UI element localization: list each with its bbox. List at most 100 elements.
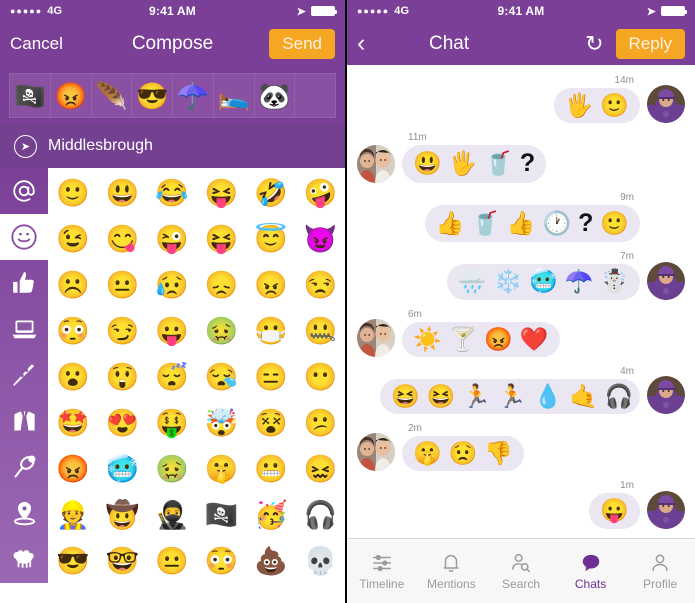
- sidebar-item-animals[interactable]: [0, 536, 48, 582]
- tab-search[interactable]: Search: [486, 552, 556, 591]
- confounded-face-emoji[interactable]: 😖: [296, 446, 346, 492]
- compose-slot-panda-emoji[interactable]: 🐼: [255, 74, 296, 117]
- sidebar-item-sports[interactable]: [0, 444, 48, 490]
- tab-mentions[interactable]: Mentions: [417, 552, 487, 591]
- blushing-face-emoji[interactable]: 😳: [197, 538, 247, 584]
- winking-tongue-face-emoji[interactable]: 😜: [147, 216, 197, 262]
- compose-slot-umbrella-emoji[interactable]: ☂️: [173, 74, 214, 117]
- confused-face-emoji[interactable]: 😕: [296, 400, 346, 446]
- message-bubble[interactable]: 😆 😆 🏃 🏃 💧 🤙 🎧: [380, 378, 640, 415]
- skull-emoji[interactable]: 💀: [296, 538, 346, 584]
- heart-eyes-face-emoji[interactable]: 😍: [98, 400, 148, 446]
- devil-horns-face-emoji[interactable]: 😈: [296, 216, 346, 262]
- message-list[interactable]: 14m 🖐️ 🙂 11m 😃 🖐️ 🥤 ? 9m 👍 🥤 👍 🕐 ? 🙂 7m …: [347, 65, 695, 560]
- expressionless-face-emoji[interactable]: 😑: [246, 354, 296, 400]
- back-button[interactable]: ‹: [357, 31, 377, 56]
- avatar-two-women[interactable]: [357, 318, 395, 357]
- avatar-man-purple-cap[interactable]: [647, 490, 685, 529]
- message-bubble[interactable]: 🤫 😟 👎: [402, 436, 524, 472]
- avatar-man-purple-cap[interactable]: [647, 85, 685, 124]
- pile-of-poo-emoji[interactable]: 💩: [246, 538, 296, 584]
- grimacing-face-emoji[interactable]: 😬: [246, 446, 296, 492]
- no-mouth-face-emoji[interactable]: 😶: [296, 354, 346, 400]
- message-bubble[interactable]: 🌧️ ❄️ 🥶 ☂️ ☃️: [446, 264, 640, 300]
- flushed-face-emoji[interactable]: 😳: [48, 308, 98, 354]
- tab-chats[interactable]: Chats: [556, 552, 626, 591]
- halo-angel-face-emoji[interactable]: 😇: [246, 216, 296, 262]
- construction-worker-emoji[interactable]: 👷: [48, 492, 98, 538]
- pirate-face-emoji[interactable]: 🏴‍☠️: [197, 492, 247, 538]
- wavy-mouth-face-emoji[interactable]: 🤪: [296, 170, 346, 216]
- avatar-two-women[interactable]: [357, 144, 395, 183]
- ninja-emoji[interactable]: 🥷: [147, 492, 197, 538]
- slightly-smiling-face-emoji[interactable]: 🙂: [48, 170, 98, 216]
- vomiting-face-emoji[interactable]: 🤢: [197, 308, 247, 354]
- compose-emoji-strip[interactable]: 🏴‍☠️ 😡 🪶 😎 ☂️ 🛌 🐼: [9, 73, 336, 118]
- emoji-grid[interactable]: 🙂 😃 😂 😝 🤣 🤪 😉 😋 😜 😝 😇 😈 ☹️ 😐 😥 😞 😠 😒 😳 😏 😛 🤢 😷 🤐 😮 😲 😴 😪 😑 😶 🤩 😍 🤑 🤯 😵 😕 😡 🥶 🤢…: [48, 168, 345, 583]
- dizzy-face-emoji[interactable]: 😵: [246, 400, 296, 446]
- reply-button[interactable]: Reply: [615, 28, 685, 59]
- closed-eyes-tongue-emoji[interactable]: 😝: [197, 216, 247, 262]
- sleeping-face-emoji[interactable]: 😴: [147, 354, 197, 400]
- avatar-two-women[interactable]: [357, 433, 395, 472]
- winking-face-emoji[interactable]: 😉: [48, 216, 98, 262]
- send-button[interactable]: Send: [269, 28, 335, 59]
- sidebar-item-recent-at[interactable]: [0, 168, 48, 214]
- cowboy-hat-face-emoji[interactable]: 🤠: [98, 492, 148, 538]
- neutral-face-emoji[interactable]: 😐: [98, 262, 148, 308]
- party-face-emoji[interactable]: 🥳: [246, 492, 296, 538]
- disappointed-face-emoji[interactable]: 😞: [197, 262, 247, 308]
- green-sick-face-emoji[interactable]: 🤢: [147, 446, 197, 492]
- compose-slot-angry-face-emoji[interactable]: 😡: [51, 74, 92, 117]
- unamused-face-emoji[interactable]: 😒: [296, 262, 346, 308]
- open-mouth-face-emoji[interactable]: 😮: [48, 354, 98, 400]
- tears-of-joy-emoji[interactable]: 😂: [147, 170, 197, 216]
- compose-slot-feather-emoji[interactable]: 🪶: [92, 74, 133, 117]
- avatar-man-purple-cap[interactable]: [647, 376, 685, 415]
- sunglasses-face-emoji[interactable]: 😎: [48, 538, 98, 584]
- smirking-drool-face-emoji[interactable]: 😏: [98, 308, 148, 354]
- location-bar[interactable]: ➤ Middlesbrough: [0, 124, 345, 168]
- sidebar-item-places[interactable]: [0, 490, 48, 536]
- sidebar-item-food[interactable]: [0, 352, 48, 398]
- cold-face-emoji[interactable]: 🥶: [98, 446, 148, 492]
- compose-slot-sunglasses-face-emoji[interactable]: 😎: [132, 74, 173, 117]
- sidebar-item-gestures[interactable]: [0, 260, 48, 306]
- blank-face-emoji[interactable]: 😐: [147, 538, 197, 584]
- headphones-face-emoji[interactable]: 🎧: [296, 492, 346, 538]
- astonished-face-emoji[interactable]: 😲: [98, 354, 148, 400]
- refresh-icon[interactable]: ↻: [585, 32, 603, 55]
- zipper-mouth-face-emoji[interactable]: 🤐: [296, 308, 346, 354]
- mind-blown-face-emoji[interactable]: 🤯: [197, 400, 247, 446]
- grinning-face-emoji[interactable]: 😃: [98, 170, 148, 216]
- frowning-face-emoji[interactable]: ☹️: [48, 262, 98, 308]
- angry-face-emoji[interactable]: 😠: [246, 262, 296, 308]
- nerd-face-emoji[interactable]: 🤓: [98, 538, 148, 584]
- tab-timeline[interactable]: Timeline: [347, 552, 417, 591]
- money-mouth-face-emoji[interactable]: 🤑: [147, 400, 197, 446]
- compose-slot-pirate-face-emoji[interactable]: 🏴‍☠️: [10, 74, 51, 117]
- red-angry-face-emoji[interactable]: 😡: [48, 446, 98, 492]
- avatar-man-purple-cap[interactable]: [647, 261, 685, 300]
- shushing-face-emoji[interactable]: 🤫: [197, 446, 247, 492]
- message-bubble[interactable]: 🖐️ 🙂: [553, 88, 640, 124]
- tab-profile[interactable]: Profile: [625, 552, 695, 591]
- sidebar-item-clothing[interactable]: [0, 398, 48, 444]
- star-struck-face-emoji[interactable]: 🤩: [48, 400, 98, 446]
- message-bubble[interactable]: 👍 🥤 👍 🕐? 🙂: [424, 204, 640, 243]
- compose-slot-person-in-bed-emoji[interactable]: 🛌: [214, 74, 255, 117]
- message-bubble[interactable]: 😃 🖐️ 🥤?: [402, 145, 547, 183]
- sidebar-item-smileys[interactable]: [0, 214, 48, 260]
- face-with-medical-mask-emoji[interactable]: 😷: [246, 308, 296, 354]
- message-bubble[interactable]: 😛: [589, 493, 640, 529]
- message-bubble[interactable]: ☀️ 🍸 😡 ❤️: [402, 321, 560, 357]
- sidebar-item-objects[interactable]: [0, 306, 48, 352]
- cancel-button[interactable]: Cancel: [10, 34, 63, 54]
- sad-tear-face-emoji[interactable]: 😥: [147, 262, 197, 308]
- rolling-on-floor-laughing-emoji[interactable]: 🤣: [246, 170, 296, 216]
- squinting-tongue-emoji[interactable]: 😝: [197, 170, 247, 216]
- sleepy-face-emoji[interactable]: 😪: [197, 354, 247, 400]
- tongue-out-face-emoji[interactable]: 😋: [98, 216, 148, 262]
- compose-slot-empty[interactable]: [295, 74, 335, 117]
- tongue-sticking-out-emoji[interactable]: 😛: [147, 308, 197, 354]
